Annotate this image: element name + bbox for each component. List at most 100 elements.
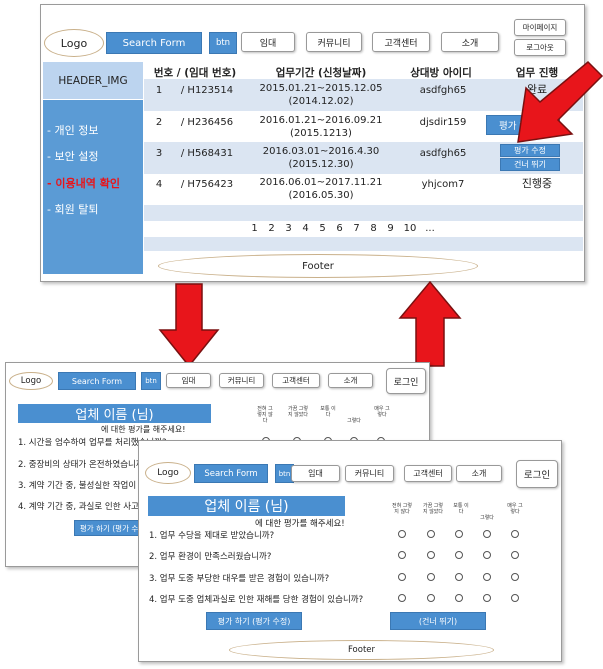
submit-rating-button[interactable]: 평가 하기 (평가 수정)	[206, 612, 302, 630]
page-4[interactable]: 4	[297, 223, 314, 235]
logo[interactable]: Logo	[44, 29, 104, 57]
page-5[interactable]: 5	[314, 223, 331, 235]
page-7[interactable]: 7	[348, 223, 365, 235]
red-arrow-diagonal	[517, 60, 603, 143]
q3-radio-4[interactable]	[483, 573, 491, 581]
red-arrow-diagonal-shape	[517, 60, 603, 143]
q2-radio-5[interactable]	[511, 551, 519, 559]
row1-partner: asdfgh65	[419, 85, 467, 96]
login-button[interactable]: 로그인	[386, 368, 426, 394]
footer: Footer	[229, 640, 494, 660]
nav-support[interactable]: 고객센터	[404, 465, 452, 482]
q2-radio-1[interactable]	[398, 551, 406, 559]
scale-4: 그렇다	[480, 515, 494, 521]
q4-radio-2[interactable]	[427, 594, 435, 602]
page-9[interactable]: 9	[382, 223, 399, 235]
q4-radio-5[interactable]	[511, 594, 519, 602]
search-form[interactable]: Search Form	[106, 32, 202, 54]
search-button[interactable]: btn	[141, 372, 161, 390]
scale-4: 그렇다	[347, 418, 361, 424]
nav-community[interactable]: 커뮤니티	[219, 373, 264, 388]
q2-radio-3[interactable]	[455, 551, 463, 559]
q1-radio-1[interactable]	[398, 530, 406, 538]
nav-support[interactable]: 고객센터	[272, 373, 320, 388]
page-more[interactable]: ...	[421, 223, 439, 235]
question-4: 4. 업무 도중 업체과실로 인한 재해를 당한 경험이 있습니까?	[149, 595, 364, 605]
row2-period: 2016.01.21~2016.09.21	[259, 115, 383, 126]
sidebar-item-withdraw[interactable]: - 회원 탈퇴	[47, 201, 98, 217]
row1-period: 2015.01.21~2015.12.05	[259, 83, 383, 94]
page-2[interactable]: 2	[263, 223, 280, 235]
nav-about[interactable]: 소개	[456, 465, 502, 482]
red-arrow-up	[398, 280, 462, 367]
scale-1: 전혀 그렇지 않다	[392, 503, 412, 515]
col-partner: 상대방 아이디	[410, 67, 472, 79]
row2-partner: djsdir159	[419, 117, 467, 128]
row2-id: / H236456	[180, 117, 234, 128]
row4-partner: yhjcom7	[421, 179, 465, 190]
row3-partner: asdfgh65	[419, 148, 467, 159]
row1-no: 1	[155, 85, 163, 96]
logo[interactable]: Logo	[145, 462, 191, 484]
row1-id: / H123514	[180, 85, 234, 96]
q4-radio-4[interactable]	[483, 594, 491, 602]
row3-applied: (2015.12.30)	[288, 159, 354, 170]
page-10[interactable]: 10	[399, 223, 421, 235]
mypage-button[interactable]: 마이페이지	[514, 19, 566, 36]
sidebar-item-history[interactable]: - 이용내역 확인	[47, 175, 120, 191]
login-button[interactable]: 로그인	[516, 460, 558, 488]
logout-button[interactable]: 로그아웃	[514, 39, 566, 56]
scale-1: 전혀 그렇지 않다	[257, 406, 273, 424]
nav-rental[interactable]: 임대	[291, 465, 340, 482]
red-arrow-down-shape	[158, 283, 220, 368]
pagination: 1 2 3 4 5 6 7 8 9 10 ...	[246, 223, 466, 235]
rating-subtitle: 에 대한 평가를 해주세요!	[101, 425, 186, 434]
skip-rating-button[interactable]: (건너 뛰기)	[390, 612, 486, 630]
pager-bar	[144, 237, 583, 251]
red-arrow-down	[158, 283, 220, 368]
nav-community[interactable]: 커뮤니티	[306, 32, 362, 52]
top-mockup: Logo Search Form btn 임대 커뮤니티 고객센터 소개 마이페…	[40, 4, 585, 282]
page-1[interactable]: 1	[246, 223, 263, 235]
q4-radio-3[interactable]	[455, 594, 463, 602]
header-img: HEADER_IMG	[43, 62, 143, 100]
row4-applied: (2016.05.30)	[288, 190, 354, 201]
q1-radio-4[interactable]	[483, 530, 491, 538]
row1-applied: (2014.12.02)	[288, 96, 354, 107]
search-button[interactable]: btn	[209, 32, 237, 54]
q1-radio-5[interactable]	[511, 530, 519, 538]
nav-support[interactable]: 고객센터	[372, 32, 430, 52]
q2-radio-2[interactable]	[427, 551, 435, 559]
page-8[interactable]: 8	[365, 223, 382, 235]
red-arrow-up-shape	[398, 280, 462, 367]
company-name: 업체 이름 (님)	[148, 496, 345, 516]
nav-about[interactable]: 소개	[328, 373, 373, 388]
q3-radio-2[interactable]	[427, 573, 435, 581]
footer: Footer	[158, 254, 478, 278]
scale-3: 보통 이다	[320, 406, 336, 418]
q3-radio-1[interactable]	[398, 573, 406, 581]
q3-radio-3[interactable]	[455, 573, 463, 581]
q2-radio-4[interactable]	[483, 551, 491, 559]
page-3[interactable]: 3	[280, 223, 297, 235]
question-3: 3. 업무 도중 부당한 대우를 받은 경험이 있습니까?	[149, 574, 330, 584]
q1-radio-2[interactable]	[427, 530, 435, 538]
row2-applied: (2015.1213)	[290, 128, 352, 139]
search-form[interactable]: Search Form	[194, 464, 268, 483]
nav-rental[interactable]: 임대	[166, 373, 211, 388]
nav-community[interactable]: 커뮤니티	[345, 465, 394, 482]
company-name: 업체 이름 (님)	[18, 404, 211, 423]
page-6[interactable]: 6	[331, 223, 348, 235]
sidebar-item-profile[interactable]: - 개인 정보	[47, 122, 98, 138]
nav-about[interactable]: 소개	[441, 32, 499, 52]
q4-radio-1[interactable]	[398, 594, 406, 602]
logo[interactable]: Logo	[9, 372, 53, 390]
nav-rental[interactable]: 임대	[241, 32, 295, 52]
search-form[interactable]: Search Form	[58, 372, 136, 390]
q1-radio-3[interactable]	[455, 530, 463, 538]
q3-radio-5[interactable]	[511, 573, 519, 581]
sidebar-item-security[interactable]: - 보안 설정	[47, 148, 98, 164]
row-stripe-5	[144, 205, 583, 221]
row4-id: / H756423	[180, 179, 234, 190]
skip-button[interactable]: 건너 뛰기	[500, 158, 560, 171]
